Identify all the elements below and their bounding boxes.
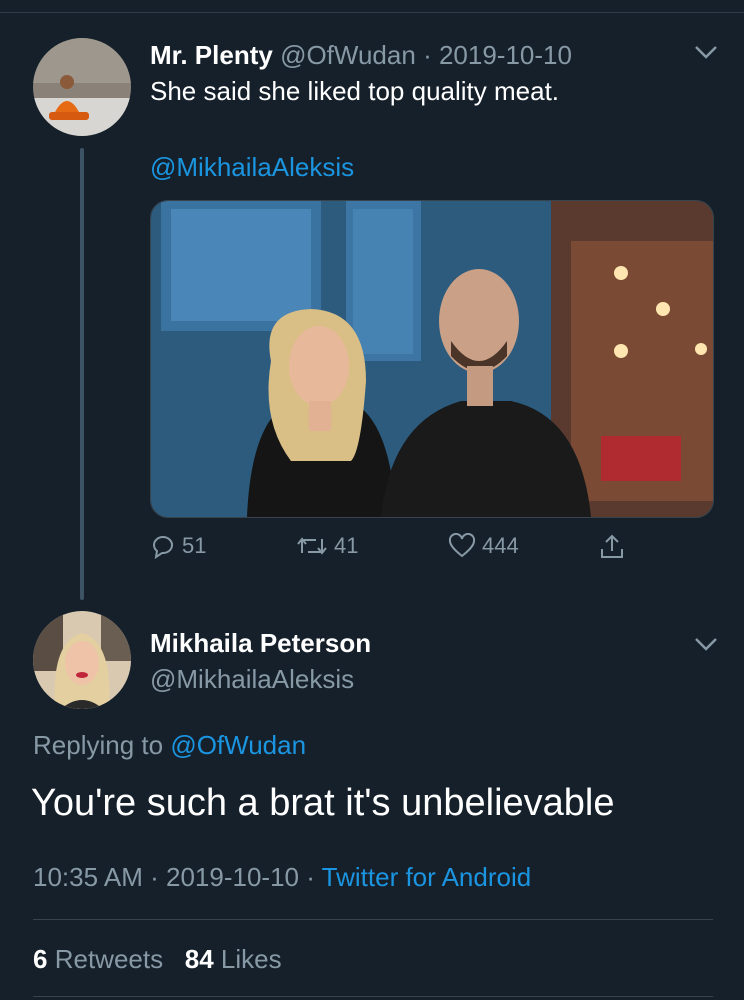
replying-prefix: Replying to: [33, 730, 164, 760]
likes-label: Likes: [220, 944, 282, 974]
dot-separator: ·: [150, 862, 159, 892]
main-tweet-text: You're such a brat it's unbelievable: [31, 782, 615, 824]
display-name[interactable]: Mr. Plenty: [150, 40, 273, 70]
share-button[interactable]: [598, 533, 626, 561]
top-divider: [0, 12, 744, 13]
chevron-down-icon[interactable]: [692, 42, 720, 62]
avatar-mikhaila[interactable]: [33, 611, 131, 709]
thread-connector: [80, 148, 84, 600]
mention-link[interactable]: @MikhailaAleksis: [150, 152, 354, 183]
replying-handle-link[interactable]: @OfWudan: [170, 730, 306, 760]
reply-count: 51: [182, 533, 207, 558]
chevron-down-icon[interactable]: [692, 634, 720, 654]
tweet-text: She said she liked top quality meat.: [150, 76, 560, 106]
tweet-stats: 6 Retweets 84 Likes: [33, 944, 282, 975]
handle[interactable]: @OfWudan: [280, 40, 416, 70]
dot-separator: ·: [423, 40, 432, 70]
like-count: 444: [482, 533, 519, 558]
like-button[interactable]: 444: [448, 533, 519, 559]
avatar-mr-plenty[interactable]: [33, 38, 131, 136]
retweets-stat[interactable]: 6 Retweets: [33, 944, 163, 974]
heart-icon: [448, 533, 476, 558]
tweet-date[interactable]: 2019-10-10: [166, 862, 299, 892]
tweet-actions: 51 41 444: [150, 533, 650, 569]
retweets-label: Retweets: [54, 944, 164, 974]
stats-divider: [33, 919, 713, 920]
dot-separator: ·: [306, 862, 315, 892]
tweet-photo[interactable]: [150, 200, 714, 518]
retweet-icon: [297, 537, 327, 555]
likes-count: 84: [184, 944, 214, 974]
replying-to: Replying to @OfWudan: [33, 730, 306, 761]
reply-icon: [152, 536, 173, 559]
retweet-button[interactable]: 41: [296, 533, 358, 559]
retweets-count: 6: [33, 944, 48, 974]
author-handle[interactable]: @MikhailaAleksis: [150, 664, 354, 695]
tweet-meta: 10:35 AM · 2019-10-10 · Twitter for Andr…: [33, 862, 531, 893]
tweet-date[interactable]: 2019-10-10: [439, 40, 572, 70]
author-name[interactable]: Mikhaila Peterson: [150, 628, 371, 659]
share-icon: [601, 534, 623, 558]
likes-stat[interactable]: 84 Likes: [185, 944, 282, 974]
tweet-time[interactable]: 10:35 AM: [33, 862, 143, 892]
client-link[interactable]: Twitter for Android: [322, 862, 532, 892]
retweet-count: 41: [334, 533, 359, 558]
reply-button[interactable]: 51: [150, 533, 206, 559]
bottom-divider: [33, 996, 713, 997]
tweet1-header: Mr. Plenty @OfWudan · 2019-10-10: [150, 40, 572, 71]
